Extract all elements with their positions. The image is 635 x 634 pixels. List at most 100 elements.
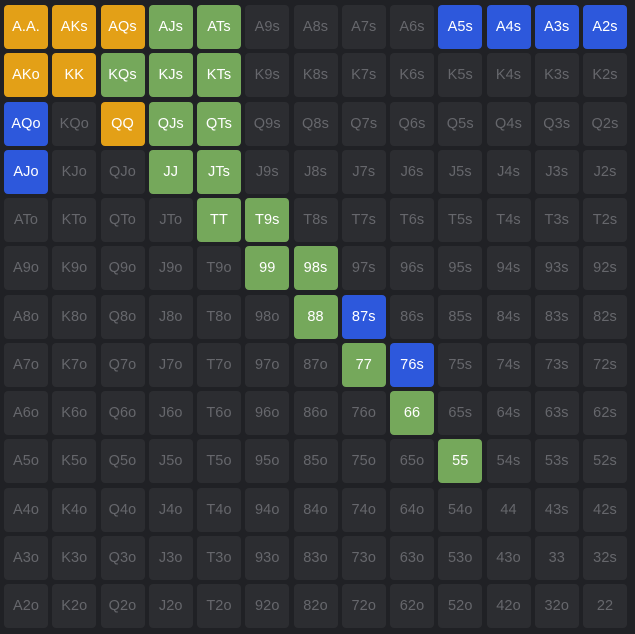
hand-cell[interactable]: AKo bbox=[4, 53, 48, 98]
hand-cell[interactable]: 83s bbox=[534, 294, 579, 339]
hand-cell[interactable]: K6o bbox=[52, 391, 97, 435]
hand-cell[interactable]: A.A. bbox=[4, 5, 48, 49]
hand-cell[interactable]: K2s bbox=[583, 53, 627, 98]
hand-cell[interactable]: KK bbox=[52, 53, 97, 98]
hand-cell[interactable]: ATs bbox=[197, 5, 241, 49]
hand-cell[interactable]: 72s bbox=[583, 342, 627, 387]
hand-cell[interactable]: 54s bbox=[486, 439, 531, 484]
hand-cell[interactable]: 97o bbox=[245, 342, 290, 387]
hand-cell[interactable]: J4s bbox=[486, 149, 531, 194]
hand-cell[interactable]: KJo bbox=[52, 149, 97, 194]
hand-cell[interactable]: 82o bbox=[293, 584, 338, 628]
hand-cell[interactable]: A3o bbox=[4, 535, 48, 580]
hand-cell[interactable]: 74o bbox=[341, 487, 386, 532]
hand-cell[interactable]: J6s bbox=[390, 149, 434, 194]
hand-cell[interactable]: J5s bbox=[438, 149, 483, 194]
hand-cell[interactable]: T5o bbox=[197, 439, 241, 484]
hand-cell[interactable]: 43o bbox=[486, 535, 531, 580]
hand-cell[interactable]: QJo bbox=[100, 149, 145, 194]
hand-cell[interactable]: A6s bbox=[390, 5, 434, 49]
hand-cell[interactable]: 52s bbox=[583, 439, 627, 484]
hand-cell[interactable]: J6o bbox=[148, 391, 193, 435]
hand-cell[interactable]: J4o bbox=[148, 487, 193, 532]
hand-cell[interactable]: 44 bbox=[486, 487, 531, 532]
hand-cell[interactable]: K3o bbox=[52, 535, 97, 580]
hand-cell[interactable]: 52o bbox=[438, 584, 483, 628]
hand-cell[interactable]: A5s bbox=[438, 5, 483, 49]
hand-cell[interactable]: 73o bbox=[341, 535, 386, 580]
hand-cell[interactable]: K6s bbox=[390, 53, 434, 98]
hand-cell[interactable]: J2o bbox=[148, 584, 193, 628]
hand-cell[interactable]: K3s bbox=[534, 53, 579, 98]
hand-cell[interactable]: 86s bbox=[390, 294, 434, 339]
hand-cell[interactable]: 96s bbox=[390, 246, 434, 291]
hand-cell[interactable]: T6o bbox=[197, 391, 241, 435]
hand-cell[interactable]: 97s bbox=[341, 246, 386, 291]
hand-cell[interactable]: 54o bbox=[438, 487, 483, 532]
hand-cell[interactable]: 77 bbox=[341, 342, 386, 387]
hand-cell[interactable]: 66 bbox=[390, 391, 434, 435]
hand-cell[interactable]: J3s bbox=[534, 149, 579, 194]
hand-cell[interactable]: 72o bbox=[341, 584, 386, 628]
hand-cell[interactable]: K4o bbox=[52, 487, 97, 532]
hand-cell[interactable]: T2o bbox=[197, 584, 241, 628]
hand-cell[interactable]: 22 bbox=[583, 584, 627, 628]
hand-cell[interactable]: Q6o bbox=[100, 391, 145, 435]
hand-cell[interactable]: KTo bbox=[52, 198, 97, 242]
hand-cell[interactable]: 84o bbox=[293, 487, 338, 532]
hand-cell[interactable]: Q8s bbox=[293, 101, 338, 146]
hand-cell[interactable]: A3s bbox=[534, 5, 579, 49]
hand-cell[interactable]: T8o bbox=[197, 294, 241, 339]
hand-cell[interactable]: 42o bbox=[486, 584, 531, 628]
hand-cell[interactable]: 33 bbox=[534, 535, 579, 580]
hand-cell[interactable]: K9o bbox=[52, 246, 97, 291]
hand-cell[interactable]: 92o bbox=[245, 584, 290, 628]
hand-cell[interactable]: A7s bbox=[341, 5, 386, 49]
hand-cell[interactable]: K7o bbox=[52, 342, 97, 387]
hand-cell[interactable]: J3o bbox=[148, 535, 193, 580]
hand-cell[interactable]: 87o bbox=[293, 342, 338, 387]
hand-cell[interactable]: 62s bbox=[583, 391, 627, 435]
hand-cell[interactable]: 95s bbox=[438, 246, 483, 291]
hand-cell[interactable]: Q5o bbox=[100, 439, 145, 484]
hand-cell[interactable]: Q9s bbox=[245, 101, 290, 146]
hand-cell[interactable]: J9o bbox=[148, 246, 193, 291]
hand-cell[interactable]: 87s bbox=[341, 294, 386, 339]
hand-cell[interactable]: T7s bbox=[341, 198, 386, 242]
hand-cell[interactable]: QTs bbox=[197, 101, 241, 146]
hand-cell[interactable]: AQs bbox=[100, 5, 145, 49]
hand-cell[interactable]: 96o bbox=[245, 391, 290, 435]
hand-cell[interactable]: 84s bbox=[486, 294, 531, 339]
hand-cell[interactable]: TT bbox=[197, 198, 241, 242]
hand-cell[interactable]: J9s bbox=[245, 149, 290, 194]
hand-cell[interactable]: AJo bbox=[4, 149, 48, 194]
hand-cell[interactable]: T9s bbox=[245, 198, 290, 242]
hand-cell[interactable]: A2s bbox=[583, 5, 627, 49]
hand-cell[interactable]: AQo bbox=[4, 101, 48, 146]
hand-cell[interactable]: A4s bbox=[486, 5, 531, 49]
hand-cell[interactable]: 64o bbox=[390, 487, 434, 532]
hand-cell[interactable]: A8o bbox=[4, 294, 48, 339]
hand-cell[interactable]: 83o bbox=[293, 535, 338, 580]
hand-cell[interactable]: 93o bbox=[245, 535, 290, 580]
hand-cell[interactable]: Q9o bbox=[100, 246, 145, 291]
hand-cell[interactable]: A2o bbox=[4, 584, 48, 628]
hand-cell[interactable]: J8s bbox=[293, 149, 338, 194]
hand-cell[interactable]: 88 bbox=[293, 294, 338, 339]
hand-cell[interactable]: Q8o bbox=[100, 294, 145, 339]
hand-cell[interactable]: 98o bbox=[245, 294, 290, 339]
hand-cell[interactable]: 63s bbox=[534, 391, 579, 435]
hand-cell[interactable]: AJs bbox=[148, 5, 193, 49]
hand-cell[interactable]: KQo bbox=[52, 101, 97, 146]
hand-cell[interactable]: JJ bbox=[148, 149, 193, 194]
hand-cell[interactable]: J5o bbox=[148, 439, 193, 484]
hand-cell[interactable]: 43s bbox=[534, 487, 579, 532]
hand-cell[interactable]: QJs bbox=[148, 101, 193, 146]
hand-cell[interactable]: T5s bbox=[438, 198, 483, 242]
hand-cell[interactable]: 82s bbox=[583, 294, 627, 339]
hand-cell[interactable]: 98s bbox=[293, 246, 338, 291]
hand-cell[interactable]: Q4s bbox=[486, 101, 531, 146]
hand-cell[interactable]: 55 bbox=[438, 439, 483, 484]
hand-cell[interactable]: T3o bbox=[197, 535, 241, 580]
hand-cell[interactable]: 53s bbox=[534, 439, 579, 484]
